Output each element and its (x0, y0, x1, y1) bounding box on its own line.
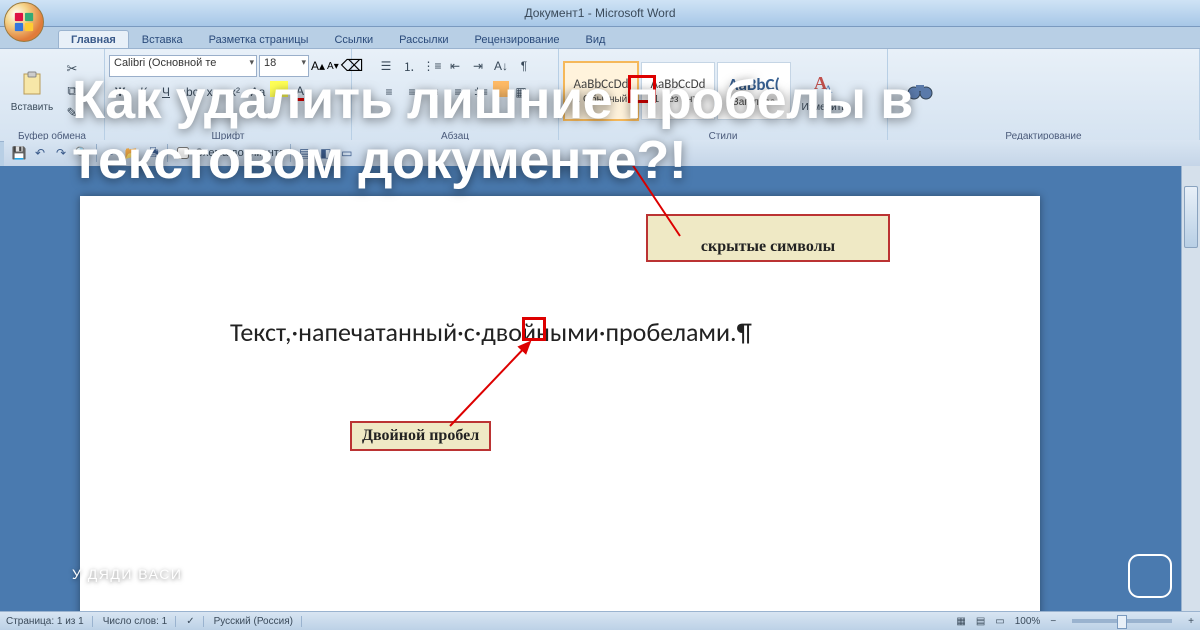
zoom-in-button[interactable]: + (1188, 616, 1194, 627)
zoom-value[interactable]: 100% (1015, 616, 1041, 627)
document-text[interactable]: Текст,·напечатанный·с·двойными·пробелами… (230, 316, 752, 348)
scroll-thumb[interactable] (1184, 186, 1198, 248)
paste-icon (16, 68, 48, 100)
window-title: Документ1 - Microsoft Word (524, 6, 675, 20)
grow-font-button[interactable]: A▴ (311, 59, 325, 73)
change-styles-icon: AA (808, 68, 840, 100)
format-painter-button[interactable]: ✎ (62, 103, 82, 123)
bullets-button[interactable]: ☰ (375, 55, 397, 77)
highlight-button[interactable] (270, 81, 288, 97)
group-font: Calibri (Основной те 18 A▴ A▾ ⌫ Ж К Ч ab… (105, 49, 352, 144)
new-button[interactable]: ▫ (102, 144, 120, 162)
qat-extra1[interactable]: ▤ (296, 144, 314, 162)
underline-button[interactable]: Ч (155, 81, 177, 103)
qat-extra3[interactable]: ▭ (338, 144, 356, 162)
document-schema-checkbox[interactable]: Схема документа (173, 144, 285, 162)
numbering-button[interactable]: ⒈ (398, 55, 420, 77)
quick-access-toolbar: 💾 ↶ ↷ 🔍 ▫ 📂 🖶 Схема документа ▤ ◧ ▭ (4, 140, 1200, 167)
change-case-button[interactable]: Aa (247, 81, 269, 103)
callout-hidden-chars: x скрытые символы (646, 214, 890, 262)
open-button[interactable]: 📂 (123, 144, 141, 162)
sort-button[interactable]: A↓ (490, 55, 512, 77)
status-bar: Страница: 1 из 1 Число слов: 1 ✓ Русский… (0, 611, 1200, 630)
font-name-combo[interactable]: Calibri (Основной те (109, 55, 257, 77)
page: Текст,·напечатанный·с·двойными·пробелами… (80, 196, 1040, 612)
view-read-button[interactable]: ▤ (976, 616, 985, 627)
ribbon: Вставить ✂ ⧉ ✎ Буфер обмена Calibri (Осн… (0, 48, 1200, 142)
zoom-out-button[interactable]: − (1050, 616, 1056, 627)
tab-layout[interactable]: Разметка страницы (196, 30, 322, 48)
bold-button[interactable]: Ж (109, 81, 131, 103)
title-bar: Документ1 - Microsoft Word (0, 0, 1200, 27)
document-area[interactable]: Текст,·напечатанный·с·двойными·пробелами… (0, 166, 1182, 612)
svg-text:A: A (824, 82, 833, 96)
cut-button[interactable]: ✂ (62, 59, 82, 79)
paste-button[interactable]: Вставить (4, 52, 60, 130)
justify-button[interactable]: ≡ (447, 81, 469, 103)
style-heading1[interactable]: AaBbC( Заголово (717, 62, 791, 120)
status-language[interactable]: Русский (Россия) (214, 616, 302, 627)
font-size-combo[interactable]: 18 (259, 55, 309, 77)
highlight-pilcrow-button (628, 75, 656, 103)
show-marks-button[interactable]: ¶ (513, 55, 535, 77)
shrink-font-button[interactable]: A▾ (327, 61, 339, 72)
group-paragraph: ☰ ⒈ ⋮≡ ⇤ ⇥ A↓ ¶ ≡ ≡ ≡ ≡ ‡≡ ▦ Абзац (352, 49, 559, 144)
office-logo-icon (13, 11, 35, 33)
tab-view[interactable]: Вид (573, 30, 619, 48)
undo-button[interactable]: ↶ (31, 144, 49, 162)
status-proof-icon[interactable]: ✓ (186, 616, 203, 627)
group-clipboard: Вставить ✂ ⧉ ✎ Буфер обмена (0, 49, 105, 144)
print-button[interactable]: 🖶 (144, 144, 162, 162)
callout-double-space: Двойной пробел (350, 421, 491, 451)
redo-button[interactable]: ↷ (52, 144, 70, 162)
borders-button[interactable]: ▦ (510, 81, 532, 103)
preview-button[interactable]: 🔍 (73, 144, 91, 162)
vertical-scrollbar[interactable] (1181, 166, 1200, 612)
view-print-button[interactable]: ▦ (956, 616, 965, 627)
view-web-button[interactable]: ▭ (995, 616, 1004, 627)
tab-insert[interactable]: Вставка (129, 30, 196, 48)
tab-home[interactable]: Главная (58, 30, 129, 48)
italic-button[interactable]: К (132, 81, 154, 103)
tab-review[interactable]: Рецензирование (462, 30, 573, 48)
save-button[interactable]: 💾 (10, 144, 28, 162)
superscript-button[interactable]: x² (224, 81, 246, 103)
status-page[interactable]: Страница: 1 из 1 (6, 616, 93, 627)
copy-button[interactable]: ⧉ (62, 81, 82, 101)
find-button[interactable] (892, 52, 948, 130)
qat-extra2[interactable]: ◧ (317, 144, 335, 162)
paste-label: Вставить (11, 102, 53, 113)
ribbon-tabs: Главная Вставка Разметка страницы Ссылки… (58, 26, 1200, 48)
align-left-button[interactable]: ≡ (378, 81, 400, 103)
line-spacing-button[interactable]: ‡≡ (470, 81, 492, 103)
highlight-double-space (522, 317, 546, 341)
status-words[interactable]: Число слов: 1 (103, 616, 176, 627)
multilevel-button[interactable]: ⋮≡ (421, 55, 443, 77)
font-color-button[interactable]: A (289, 81, 311, 103)
tab-references[interactable]: Ссылки (321, 30, 386, 48)
dec-indent-button[interactable]: ⇤ (444, 55, 466, 77)
group-editing: Редактирование (888, 49, 1200, 144)
inc-indent-button[interactable]: ⇥ (467, 55, 489, 77)
strike-button[interactable]: abc (178, 81, 200, 103)
binoculars-icon (904, 75, 936, 107)
align-right-button[interactable]: ≡ (424, 81, 446, 103)
group-styles: AaBbCcDd 1 Обычный AaBbCcDd 1 Без инте A… (559, 49, 888, 144)
subscript-button[interactable]: x₂ (201, 81, 223, 103)
change-styles-button[interactable]: AA Изменить (793, 52, 855, 130)
office-button[interactable] (4, 2, 44, 42)
shading-button[interactable] (493, 81, 509, 97)
zoom-slider[interactable] (1072, 619, 1172, 623)
tab-mailings[interactable]: Рассылки (386, 30, 461, 48)
align-center-button[interactable]: ≡ (401, 81, 423, 103)
